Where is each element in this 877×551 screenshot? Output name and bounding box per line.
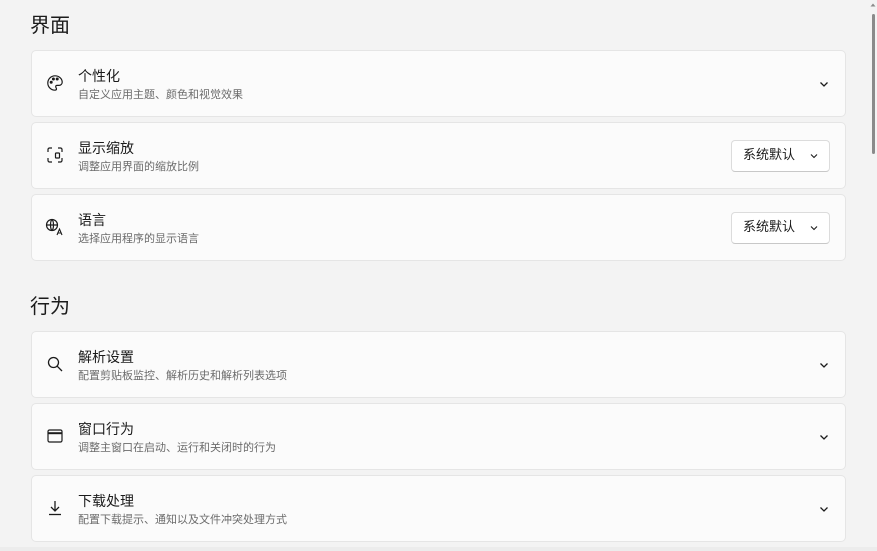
display-scale-dropdown[interactable]: 系统默认	[731, 140, 830, 172]
dropdown-value: 系统默认	[743, 220, 796, 235]
setting-description: 选择应用程序的显示语言	[78, 232, 199, 245]
chevron-down-icon[interactable]	[817, 77, 831, 91]
setting-card-window-behavior[interactable]: 窗口行为 调整主窗口在启动、运行和关闭时的行为	[31, 403, 846, 470]
window-icon	[45, 426, 65, 446]
chevron-down-icon[interactable]	[817, 358, 831, 372]
download-icon	[45, 498, 65, 518]
section-title-interface: 界面	[30, 13, 70, 37]
setting-title: 窗口行为	[78, 422, 134, 438]
setting-description: 调整应用界面的缩放比例	[78, 160, 199, 173]
palette-icon	[45, 73, 65, 93]
language-dropdown[interactable]: 系统默认	[731, 212, 830, 244]
setting-description: 配置剪贴板监控、解析历史和解析列表选项	[78, 369, 287, 382]
setting-card-download-handling[interactable]: 下载处理 配置下载提示、通知以及文件冲突处理方式	[31, 475, 846, 542]
chevron-down-icon	[809, 223, 819, 233]
setting-title: 解析设置	[78, 350, 134, 366]
display-scale-icon	[45, 145, 65, 165]
bottom-edge	[0, 547, 877, 551]
setting-description: 配置下载提示、通知以及文件冲突处理方式	[78, 513, 287, 526]
setting-title: 语言	[78, 213, 106, 229]
setting-title: 下载处理	[78, 494, 134, 510]
setting-title: 个性化	[78, 69, 120, 85]
setting-title: 显示缩放	[78, 141, 134, 157]
section-title-behavior: 行为	[30, 294, 70, 318]
language-icon	[45, 217, 65, 237]
setting-description: 自定义应用主题、颜色和视觉效果	[78, 88, 243, 101]
chevron-down-icon[interactable]	[817, 502, 831, 516]
setting-card-display-scale: 显示缩放 调整应用界面的缩放比例 系统默认	[31, 122, 846, 189]
setting-card-language: 语言 选择应用程序的显示语言 系统默认	[31, 194, 846, 261]
setting-card-personalization[interactable]: 个性化 自定义应用主题、颜色和视觉效果	[31, 50, 846, 117]
chevron-down-icon[interactable]	[817, 430, 831, 444]
search-icon	[45, 354, 65, 374]
setting-card-parse-settings[interactable]: 解析设置 配置剪贴板监控、解析历史和解析列表选项	[31, 331, 846, 398]
setting-description: 调整主窗口在启动、运行和关闭时的行为	[78, 441, 276, 454]
vertical-scrollbar[interactable]	[872, 14, 875, 154]
chevron-down-icon	[809, 151, 819, 161]
dropdown-value: 系统默认	[743, 148, 796, 163]
scroll-up-arrow-icon[interactable]	[870, 2, 876, 8]
